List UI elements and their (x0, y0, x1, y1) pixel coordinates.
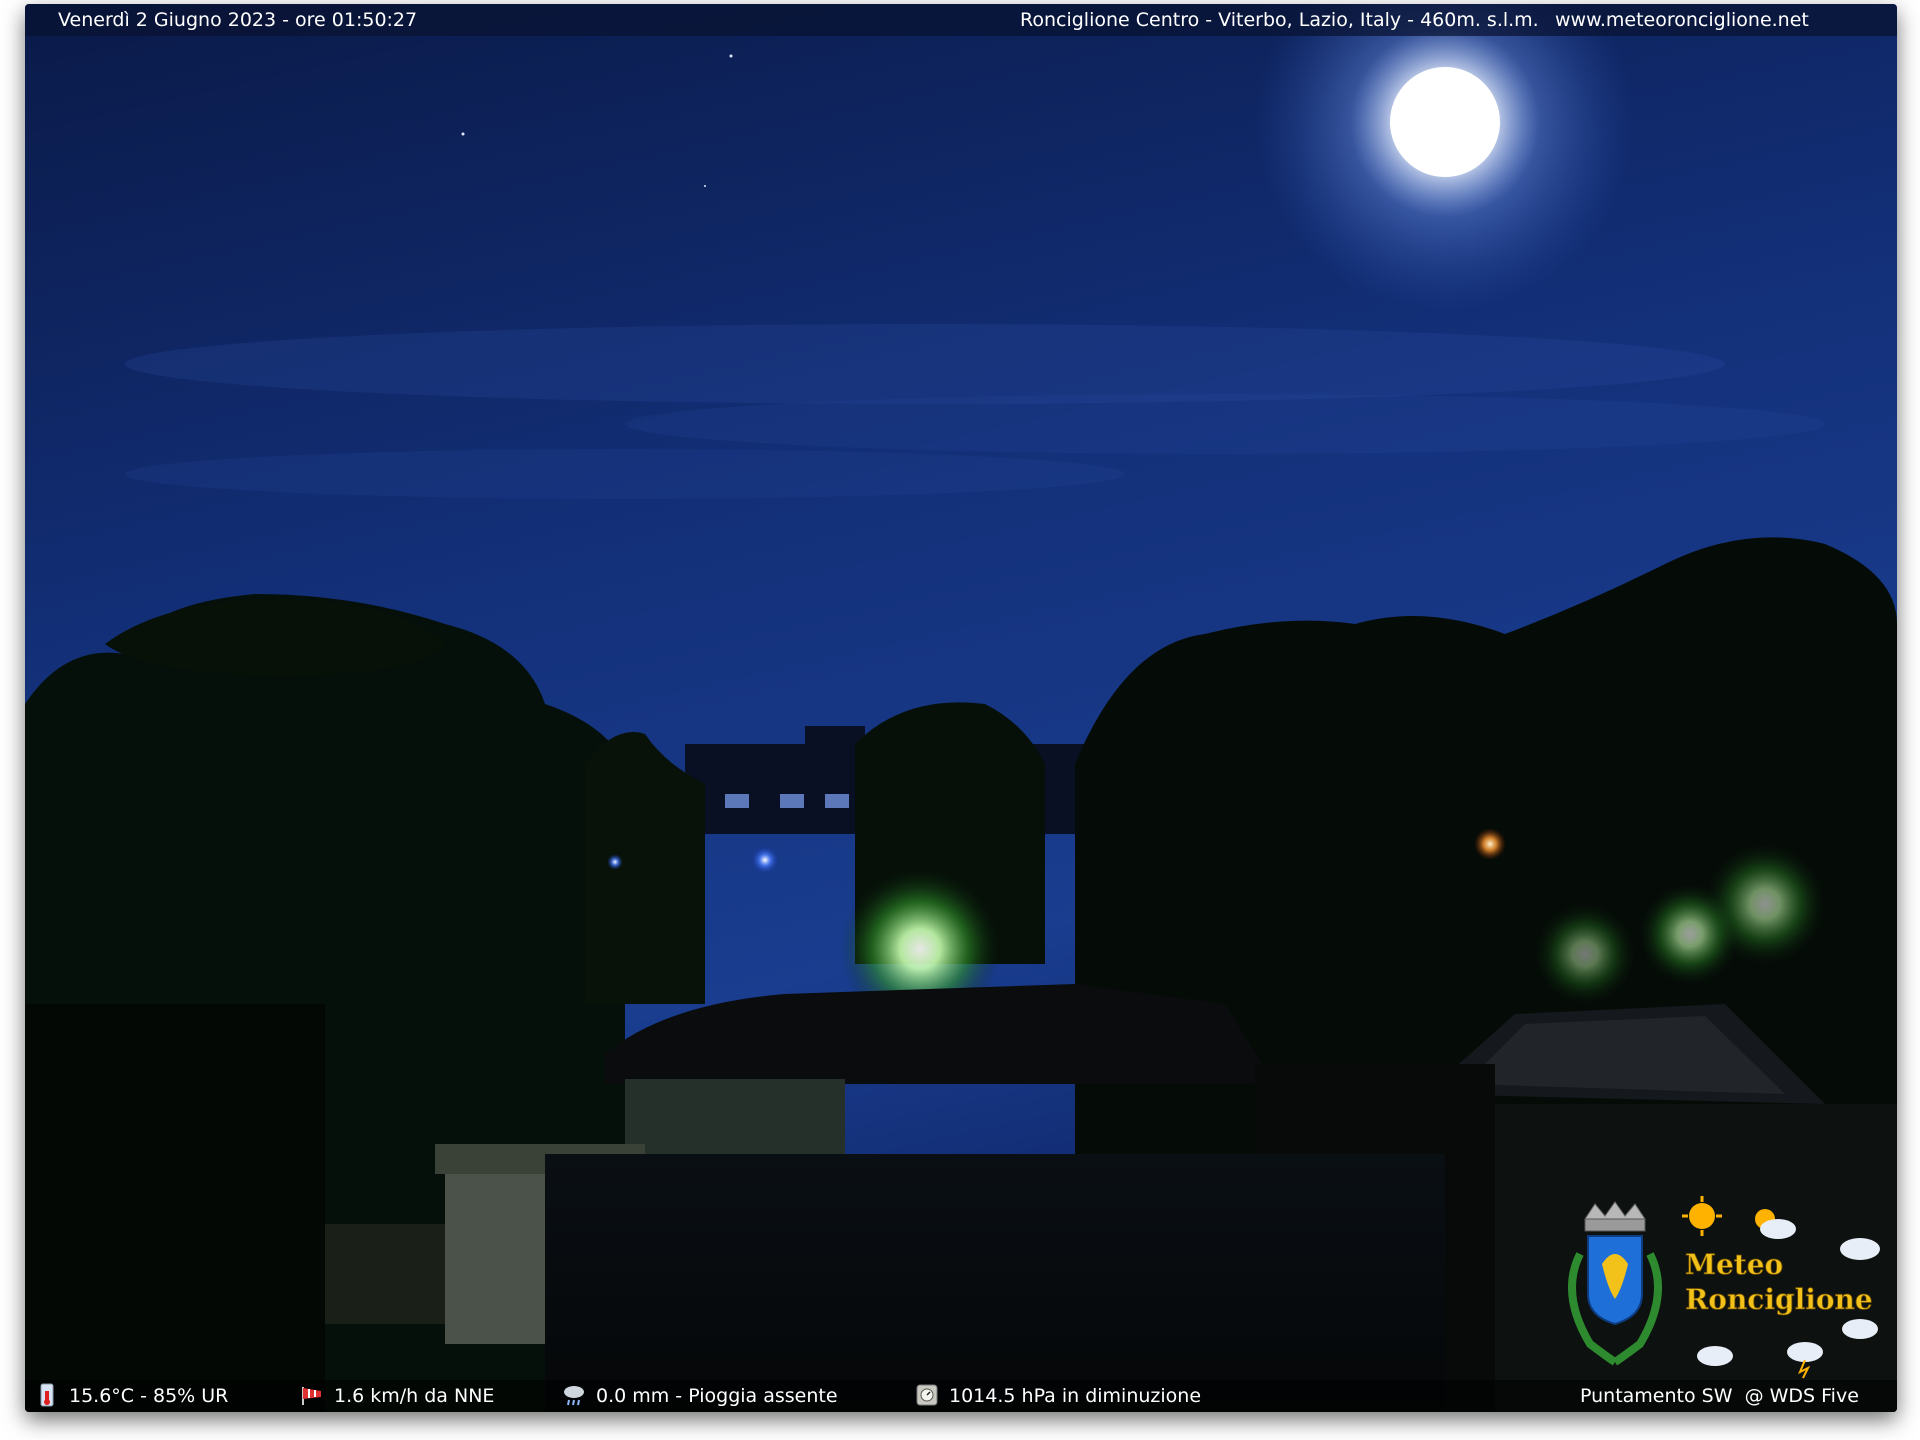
logo-text-meteo: Meteo (1685, 1248, 1783, 1281)
info-bar-top: Venerdì 2 Giugno 2023 - ore 01:50:27 Ron… (25, 4, 1897, 36)
info-bar-bottom: 15.6°C - 85% UR 1.6 km/h da NNE 0.0 mm -… (25, 1380, 1897, 1412)
rain-readout: 0.0 mm - Pioggia assente (562, 1380, 838, 1412)
windsock-icon (302, 1386, 321, 1405)
webcam-frame: Venerdì 2 Giugno 2023 - ore 01:50:27 Ron… (25, 4, 1897, 1412)
location-text: Ronciglione Centro - Viterbo, Lazio, Ita… (1020, 9, 1539, 31)
website-link[interactable]: www.meteoronciglione.net (1555, 4, 1809, 36)
meteo-ronciglione-logo: Meteo Ronciglione (1568, 1196, 1880, 1379)
logo-text-ronciglione: Ronciglione (1685, 1283, 1873, 1316)
rain-cloud-icon (564, 1385, 584, 1405)
wind-readout: 1.6 km/h da NNE (300, 1380, 494, 1412)
camera-info-text: Puntamento SW @ WDS Five (1580, 1385, 1859, 1407)
datetime-text: Venerdì 2 Giugno 2023 - ore 01:50:27 (58, 9, 418, 31)
pressure-readout: 1014.5 hPa in diminuzione (915, 1380, 1201, 1412)
moon (1390, 67, 1500, 177)
thermometer-icon (40, 1383, 54, 1406)
temperature-readout: 15.6°C - 85% UR (35, 1380, 228, 1412)
barometer-icon (916, 1384, 938, 1405)
